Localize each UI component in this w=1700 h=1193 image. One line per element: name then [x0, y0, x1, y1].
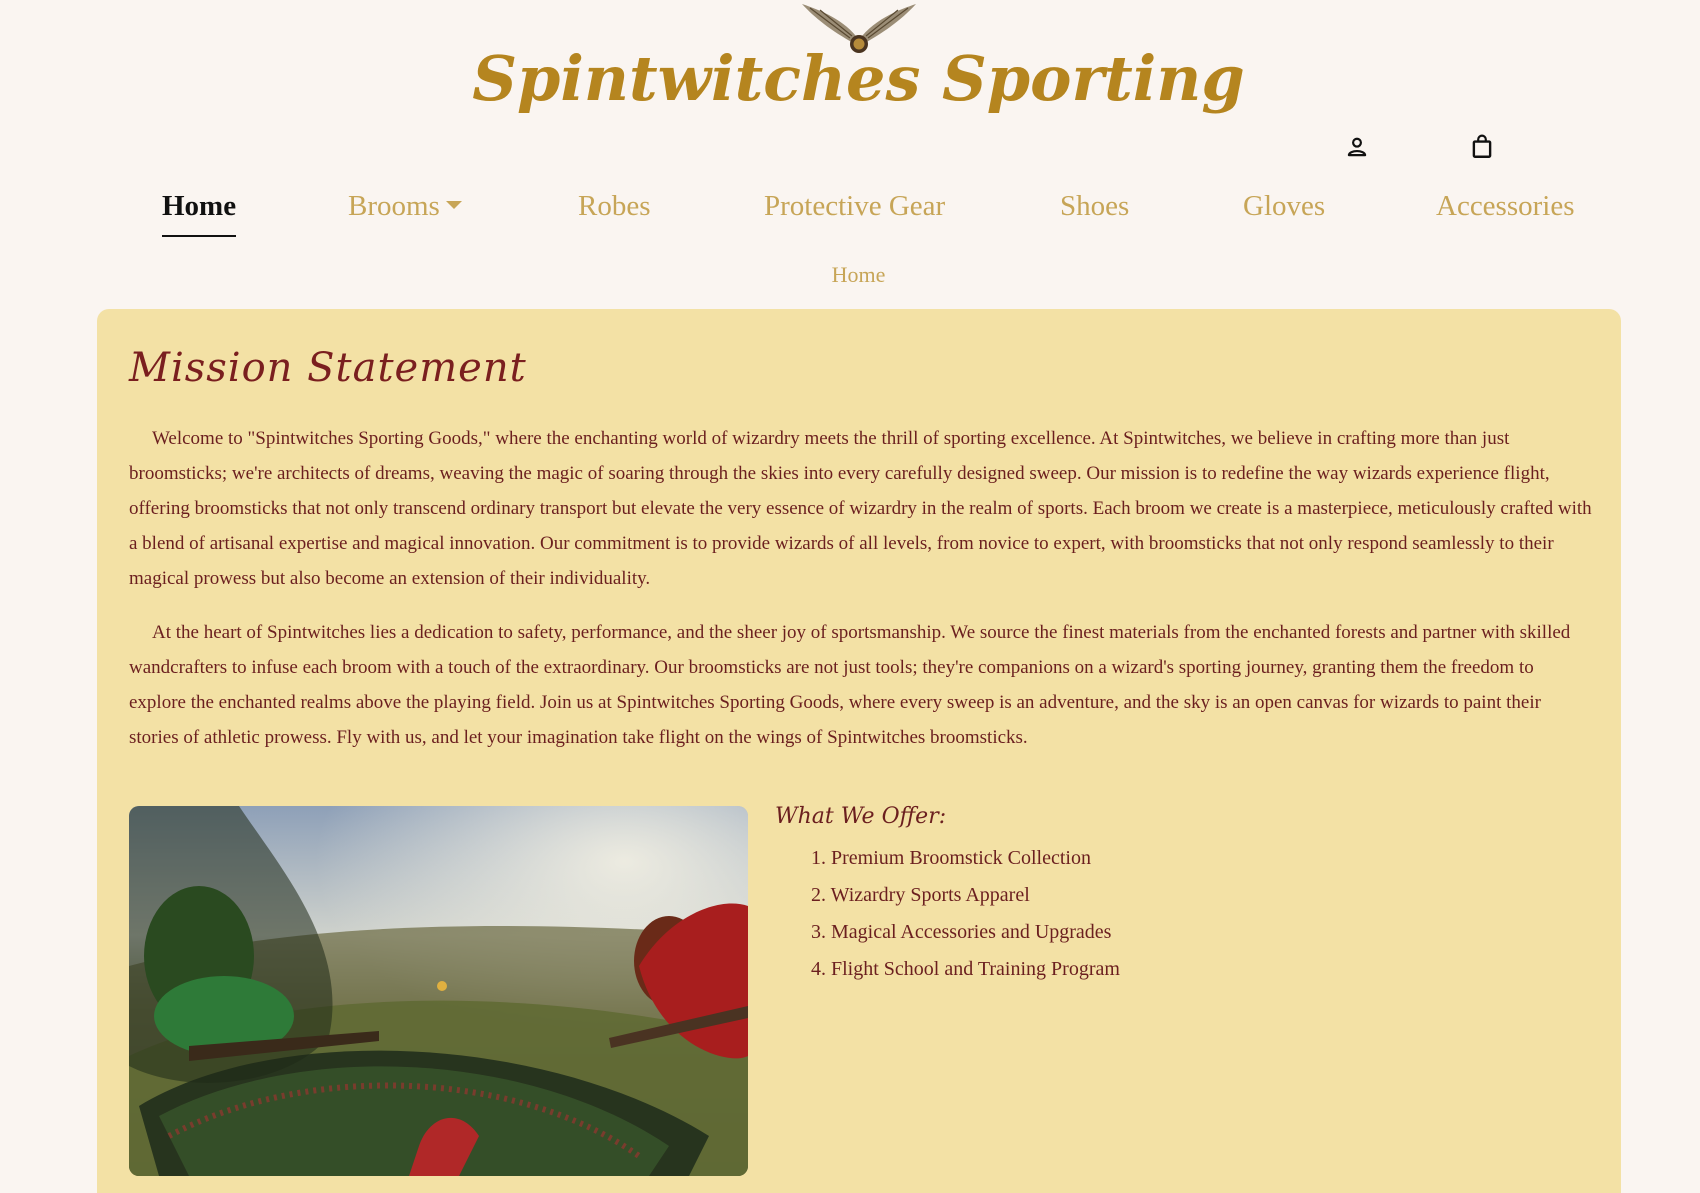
breadcrumb[interactable]: Home — [0, 262, 1700, 288]
caret-down-icon — [445, 201, 462, 209]
list-item: 3. Magical Accessories and Upgrades — [811, 921, 1112, 943]
nav-item-home[interactable]: Home — [162, 190, 237, 237]
list-item: 4. Flight School and Training Program — [811, 958, 1120, 980]
nav-item-protective-gear[interactable]: Protective Gear — [764, 190, 945, 223]
nav-item-accessories[interactable]: Accessories — [1436, 190, 1575, 223]
mission-paragraph: At the heart of Spintwitches lies a dedi… — [129, 622, 1571, 748]
nav-item-gloves[interactable]: Gloves — [1243, 190, 1325, 223]
person-icon[interactable] — [1344, 134, 1370, 160]
offer-heading: What We Offer: — [775, 804, 947, 829]
page-title: Mission Statement — [129, 345, 527, 391]
mission-paragraph: Welcome to "Spintwitches Sporting Goods,… — [129, 428, 1592, 589]
main-nav: Home Brooms Robes Protective Gear Shoes … — [0, 190, 1700, 240]
list-item: 2. Wizardry Sports Apparel — [811, 884, 1030, 906]
nav-item-brooms[interactable]: Brooms — [348, 190, 462, 223]
shopping-bag-icon[interactable] — [1469, 134, 1495, 160]
nav-item-label: Brooms — [348, 190, 440, 222]
nav-item-robes[interactable]: Robes — [578, 190, 651, 223]
quidditch-scene-image — [129, 806, 748, 1176]
brand-title[interactable]: Spintwitches Sporting — [0, 42, 1700, 115]
nav-item-shoes[interactable]: Shoes — [1060, 190, 1129, 223]
list-item: 1. Premium Broomstick Collection — [811, 847, 1091, 869]
mission-card: Mission Statement Welcome to "Spintwitch… — [97, 309, 1621, 1193]
offer-list: 1. Premium Broomstick Collection 2. Wiza… — [811, 844, 1120, 992]
